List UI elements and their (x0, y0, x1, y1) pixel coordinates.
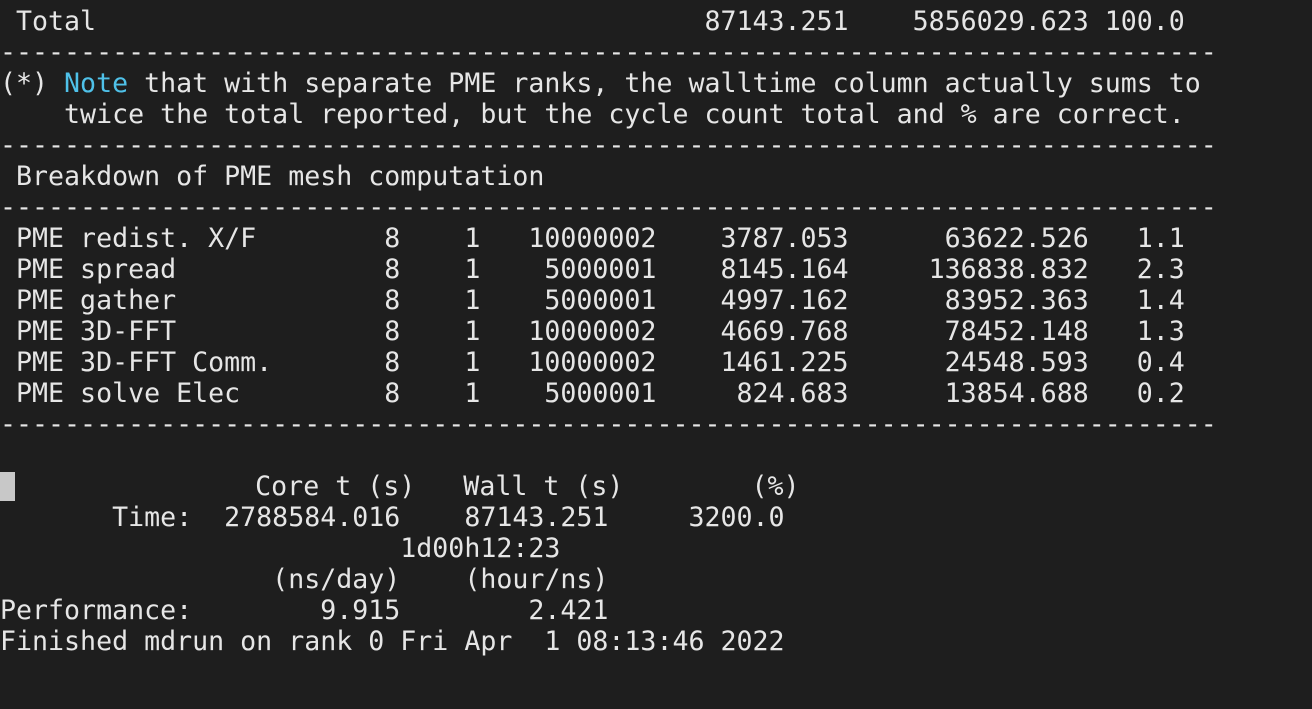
divider-line: ----------------------------------------… (0, 37, 1217, 68)
pme-row: PME spread 8 1 5000001 8145.164 136838.8… (0, 254, 1185, 285)
divider-line: ----------------------------------------… (0, 130, 1217, 161)
time-header-line: Core t (s) Wall t (s) (%) (0, 471, 1312, 502)
divider-line: ----------------------------------------… (0, 192, 1217, 223)
note-line: (*) Note that with separate PME ranks, t… (0, 68, 1312, 99)
pme-row: PME gather 8 1 5000001 4997.162 83952.36… (0, 285, 1185, 316)
terminal-cursor (0, 472, 15, 501)
total-line: Total 87143.251 5856029.623 100.0 (0, 6, 1185, 37)
time-line: Time: 2788584.016 87143.251 3200.0 (0, 502, 785, 533)
pme-row: PME solve Elec 8 1 5000001 824.683 13854… (0, 378, 1185, 409)
note-prefix: (*) (0, 68, 65, 99)
performance-line: Performance: 9.915 2.421 (0, 595, 609, 626)
divider-line: ----------------------------------------… (0, 409, 1217, 440)
finished-line: Finished mdrun on rank 0 Fri Apr 1 08:13… (0, 626, 785, 657)
performance-header: (ns/day) (hour/ns) (0, 564, 609, 595)
time-header: Core t (s) Wall t (s) (%) (15, 471, 800, 502)
pme-row: PME redist. X/F 8 1 10000002 3787.053 63… (0, 223, 1185, 254)
note-keyword: Note (64, 68, 129, 99)
note-text: that with separate PME ranks, the wallti… (128, 68, 1201, 99)
elapsed-line: 1d00h12:23 (0, 533, 561, 564)
breakdown-title: Breakdown of PME mesh computation (0, 161, 545, 192)
terminal-output: Total 87143.251 5856029.623 100.0 ------… (0, 6, 1312, 657)
pme-row: PME 3D-FFT 8 1 10000002 4669.768 78452.1… (0, 316, 1185, 347)
pme-row: PME 3D-FFT Comm. 8 1 10000002 1461.225 2… (0, 347, 1185, 378)
note-line-2: twice the total reported, but the cycle … (0, 99, 1185, 130)
